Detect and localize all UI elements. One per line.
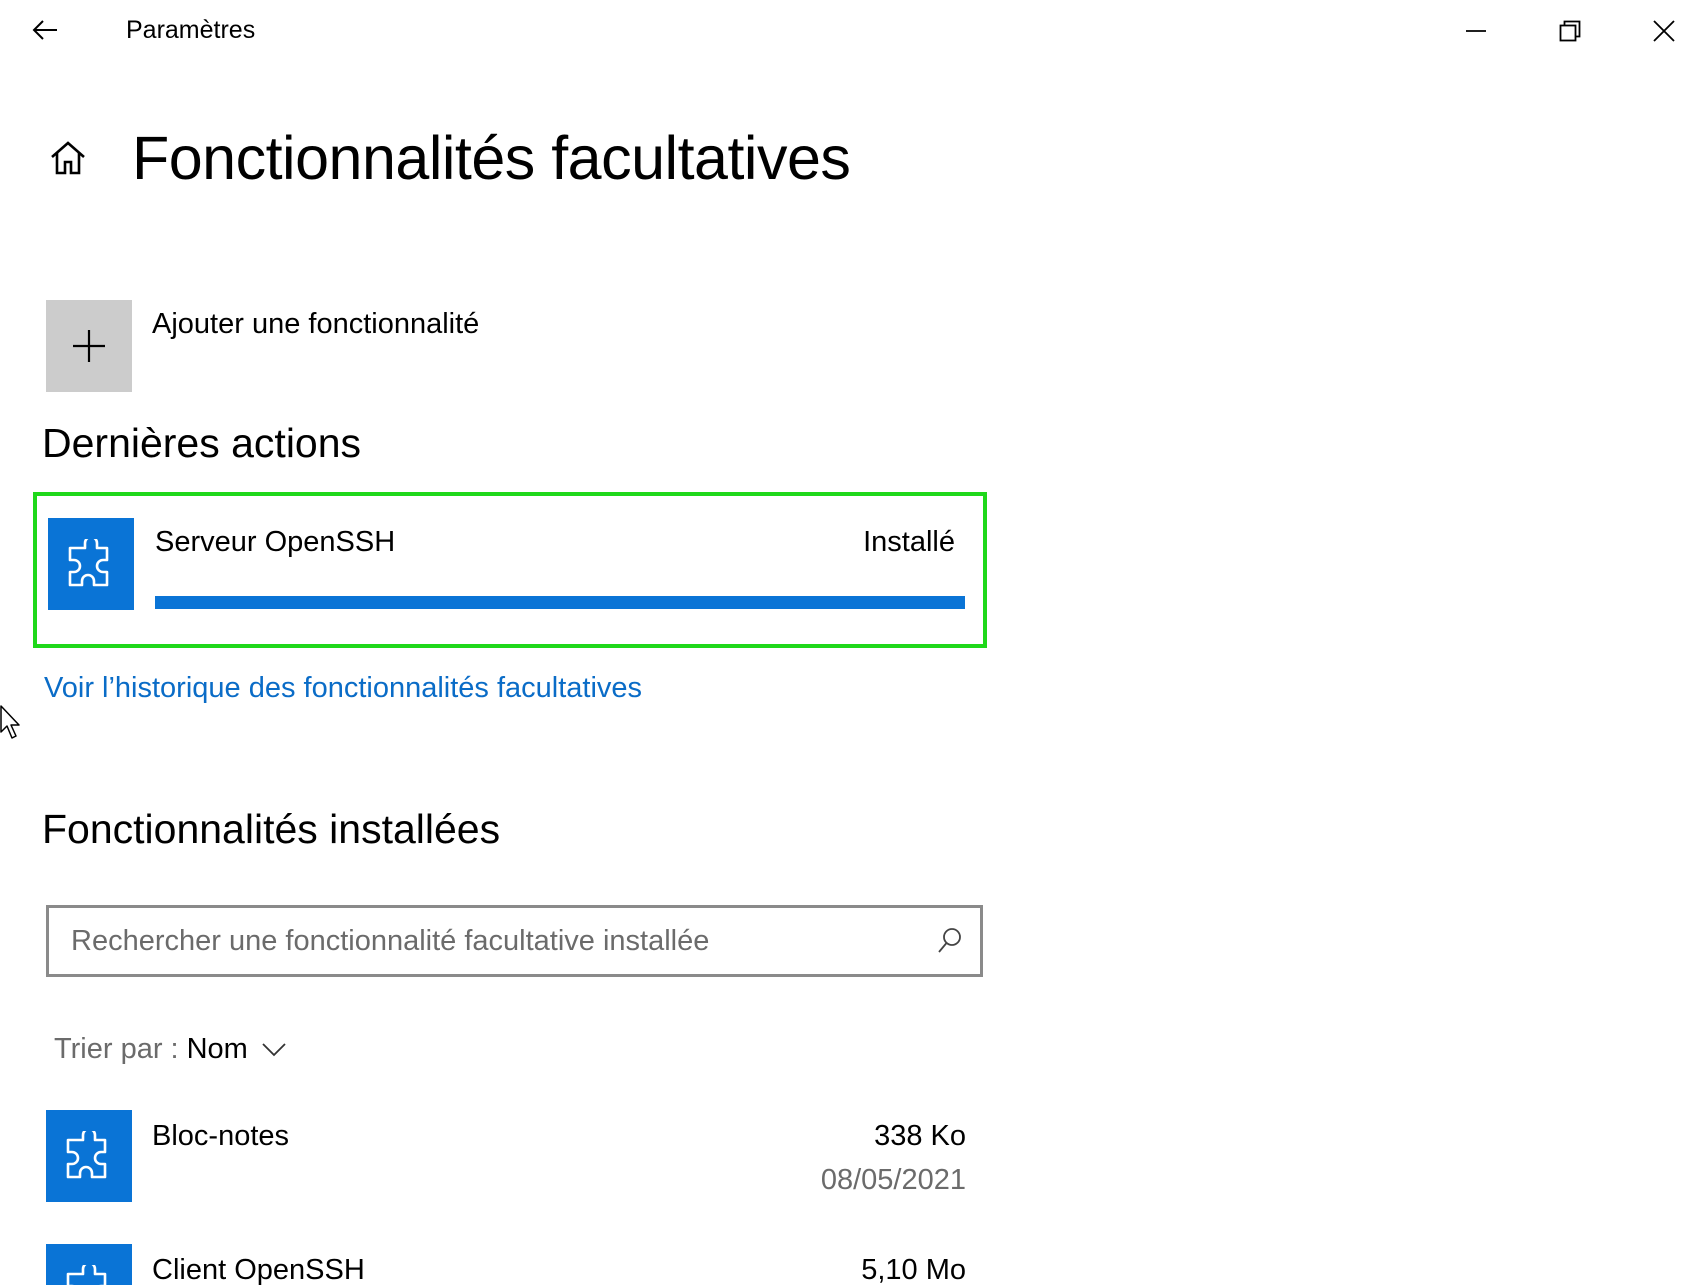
restore-icon — [1559, 20, 1581, 42]
install-progress-fill — [155, 596, 965, 609]
close-button[interactable] — [1634, 8, 1681, 54]
close-icon — [1653, 20, 1675, 42]
feature-name: Bloc-notes — [152, 1120, 290, 1152]
page-title: Fonctionnalités facultatives — [132, 124, 851, 192]
recent-feature-status: Installé — [863, 526, 955, 558]
app-title: Paramètres — [126, 16, 256, 44]
puzzle-icon — [66, 1131, 107, 1179]
page-header: Fonctionnalités facultatives — [44, 118, 851, 198]
title-bar: Paramètres — [0, 0, 1681, 62]
feature-name: Client OpenSSH — [152, 1254, 365, 1285]
mouse-cursor-icon — [0, 705, 20, 739]
sort-label: Trier par : — [54, 1033, 179, 1065]
feature-tile — [46, 1244, 132, 1285]
back-button[interactable] — [22, 10, 68, 50]
sort-value: Nom — [186, 1033, 248, 1065]
arrow-left-icon — [32, 20, 57, 40]
add-feature-label: Ajouter une fonctionnalité — [152, 308, 480, 340]
home-icon[interactable] — [44, 134, 92, 182]
add-feature-tile — [46, 300, 132, 392]
feature-history-link[interactable]: Voir l’historique des fonctionnalités fa… — [44, 672, 642, 705]
settings-window: Paramètres Fonctionnalités facultatives … — [0, 0, 1681, 1285]
minimize-icon — [1466, 30, 1486, 32]
search-icon[interactable] — [920, 908, 980, 974]
feature-size: 5,10 Mo — [861, 1254, 966, 1285]
chevron-down-icon — [262, 1042, 286, 1057]
recent-actions-heading: Dernières actions — [42, 420, 362, 466]
list-item[interactable]: Client OpenSSH 5,10 Mo — [46, 1244, 966, 1285]
add-feature-button[interactable]: Ajouter une fonctionnalité — [46, 300, 479, 392]
puzzle-icon — [66, 1265, 107, 1285]
feature-date: 08/05/2021 — [820, 1164, 966, 1196]
minimize-button[interactable] — [1446, 8, 1506, 54]
install-progress-bar — [155, 596, 965, 609]
feature-tile — [46, 1110, 132, 1202]
sort-dropdown[interactable]: Trier par : Nom — [54, 1033, 286, 1066]
feature-size: 338 Ko — [874, 1120, 966, 1152]
installed-features-heading: Fonctionnalités installées — [42, 806, 501, 852]
restore-button[interactable] — [1540, 8, 1600, 54]
puzzle-icon — [68, 539, 109, 587]
plus-icon — [73, 330, 105, 362]
search-box — [46, 905, 983, 977]
feature-tile — [48, 518, 134, 610]
list-item[interactable]: Bloc-notes 338 Ko 08/05/2021 — [46, 1110, 966, 1202]
recent-feature-name: Serveur OpenSSH — [155, 526, 396, 558]
search-input[interactable] — [49, 907, 920, 975]
recent-action-item[interactable]: Serveur OpenSSH Installé — [33, 492, 987, 648]
